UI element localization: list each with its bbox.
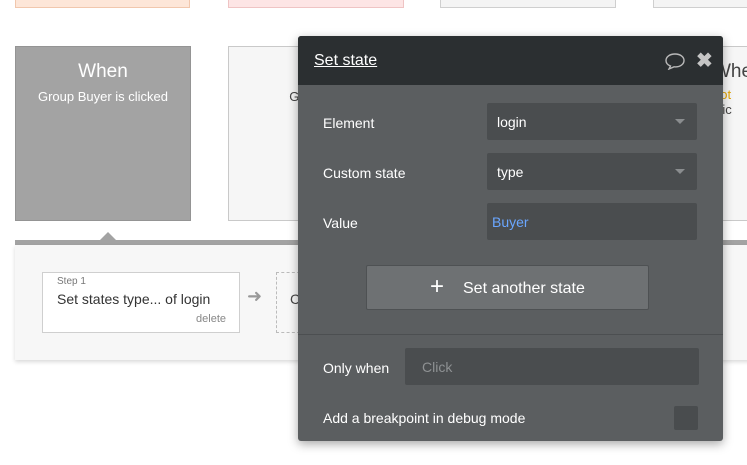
set-state-dialog: Set state ✖ Element login Custom state t… — [298, 36, 723, 441]
arrow-right-icon: ➜ — [247, 286, 263, 306]
value-label: Value — [323, 215, 358, 231]
plus-icon: + — [430, 273, 445, 300]
dialog-title[interactable]: Set state — [314, 52, 377, 70]
top-card-2[interactable] — [228, 0, 404, 8]
custom-state-dropdown-value: type — [497, 164, 524, 180]
only-when-input[interactable]: Click — [405, 348, 699, 385]
breakpoint-checkbox[interactable] — [674, 406, 698, 430]
event-card-active[interactable]: When Group Buyer is clicked — [15, 46, 191, 221]
element-dropdown-value: login — [497, 114, 527, 130]
chevron-down-icon — [675, 169, 685, 174]
value-input-text: Buyer — [492, 214, 529, 230]
top-card-3[interactable] — [440, 0, 616, 8]
step-number: Step 1 — [57, 276, 86, 287]
set-another-state-label: Set another state — [463, 280, 585, 297]
top-card-1[interactable] — [15, 0, 190, 8]
step-card[interactable]: Step 1 Set states type... of login delet… — [42, 272, 240, 333]
set-another-state-button[interactable]: + Set another state — [366, 265, 649, 310]
event-card-description: Group Buyer is clicked — [37, 89, 169, 104]
comment-icon[interactable] — [664, 52, 685, 71]
custom-state-label: Custom state — [323, 165, 406, 181]
step-title: Set states type... of login — [57, 291, 211, 307]
only-when-placeholder: Click — [422, 359, 453, 375]
element-dropdown[interactable]: login — [487, 103, 697, 140]
dialog-divider — [298, 334, 723, 335]
breakpoint-label: Add a breakpoint in debug mode — [323, 410, 526, 426]
chevron-down-icon — [675, 119, 685, 124]
value-input[interactable]: Buyer — [487, 203, 697, 240]
event-card-title: When — [78, 61, 128, 82]
top-card-4[interactable] — [653, 0, 747, 8]
element-label: Element — [323, 115, 375, 131]
step-delete-link[interactable]: delete — [196, 313, 226, 325]
close-icon[interactable]: ✖ — [696, 48, 713, 73]
custom-state-dropdown[interactable]: type — [487, 153, 697, 190]
workflow-editor-canvas: When Group Buyer is clicked W Group se W… — [0, 0, 747, 465]
dialog-header: Set state ✖ — [298, 36, 723, 85]
only-when-label: Only when — [323, 360, 390, 376]
